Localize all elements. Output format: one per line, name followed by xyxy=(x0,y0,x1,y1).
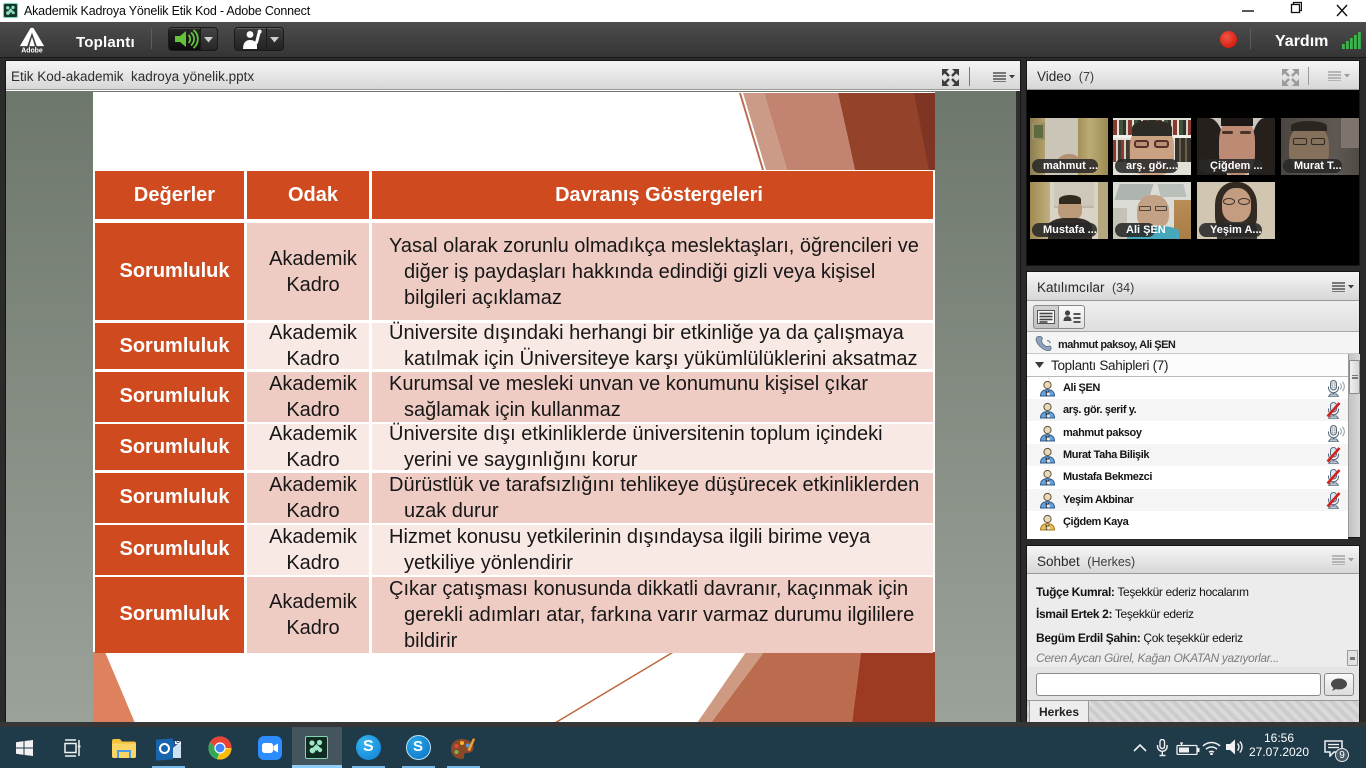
svg-text:Adobe: Adobe xyxy=(21,48,43,55)
